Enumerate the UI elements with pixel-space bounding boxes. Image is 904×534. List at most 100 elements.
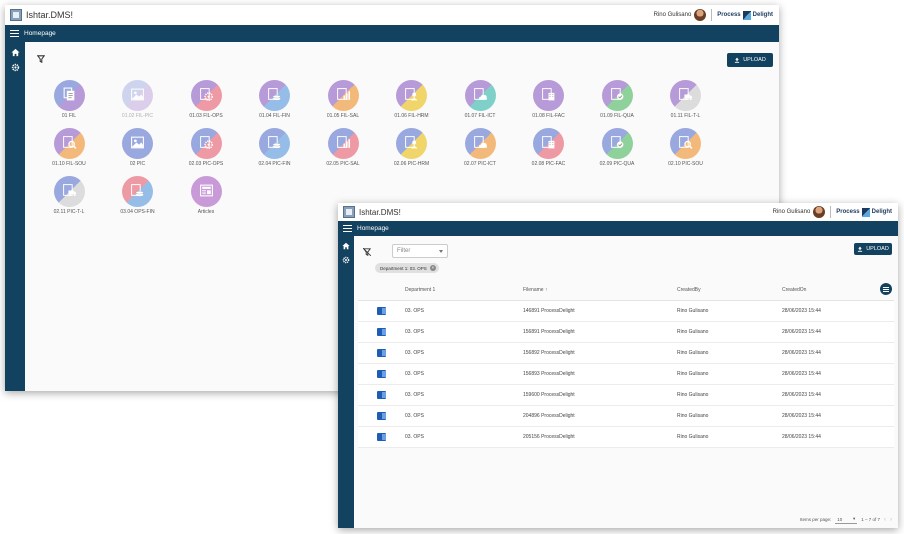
row-icon-cell	[358, 384, 404, 406]
chevron-down-icon: ▾	[852, 516, 856, 521]
app-title: Ishtar.DMS!	[359, 207, 401, 217]
column-header-filename[interactable]: Filename ↑	[522, 280, 676, 301]
avatar[interactable]	[694, 9, 707, 21]
upload-button-label: UPLOAD	[743, 57, 766, 63]
folder-tile[interactable]: 02.09 PIC-QUA	[583, 128, 651, 170]
filter-icon[interactable]	[37, 55, 45, 63]
folder-tile[interactable]: 02.04 PIC-FIN	[241, 128, 309, 170]
folder-tile[interactable]: 02 PIC	[104, 128, 172, 170]
folder-tile[interactable]: 02.10 PIC-SOU	[652, 128, 720, 170]
search-icon	[679, 136, 693, 149]
app-logo-icon	[10, 9, 22, 21]
folder-tile[interactable]: 01 FIL	[35, 80, 103, 122]
table-row[interactable]: 03. OPS 156891 ProcessDelight Rino Gulisan…	[358, 321, 894, 343]
brand-logo: Process Delight	[717, 10, 773, 20]
page-size-select[interactable]: 10 ▾	[835, 515, 858, 524]
hamburger-menu-icon[interactable]	[343, 225, 352, 232]
folder-tile[interactable]: 03.04 OPS-FIN	[104, 176, 172, 218]
building-icon	[542, 88, 555, 101]
app-logo-icon	[343, 206, 355, 218]
user-name[interactable]: Rino Gulisano	[773, 209, 811, 215]
folder-tile[interactable]: 02.05 PIC-SAL	[309, 128, 377, 170]
table-row[interactable]: 03. OPS 146891 ProcessDelight Rino Gulisan…	[358, 300, 894, 322]
upload-button[interactable]: UPLOAD	[727, 53, 773, 67]
folder-tile[interactable]: 01.08 FIL-FAC	[515, 80, 583, 122]
createdby-cell: Rino Gulisano	[676, 300, 781, 322]
table-row[interactable]: 03. OPS 159600 ProcessDelight Rino Gulisan…	[358, 384, 894, 406]
hamburger-menu-icon[interactable]	[10, 30, 19, 37]
files-icon	[63, 87, 74, 101]
filename-cell: 156891 ProcessDelight	[522, 321, 676, 343]
page-title: Homepage	[357, 225, 389, 232]
folder-tile-label: 02.07 PIC-ICT	[464, 161, 496, 167]
prev-page-icon[interactable]: ‹	[884, 517, 886, 523]
sidebar	[5, 42, 25, 391]
folder-tile[interactable]: 01.11 FIL-T-L	[652, 80, 720, 122]
divider	[711, 9, 713, 21]
folder-tile-badge	[259, 128, 290, 159]
page-size-value: 10	[837, 516, 843, 522]
folder-tile[interactable]: 01.06 FIL-HRM	[378, 80, 446, 122]
folder-tile[interactable]: 01.10 FIL-SOU	[35, 128, 103, 170]
word-document-icon[interactable]	[377, 307, 386, 315]
table-row[interactable]: 03. OPS 156892 ProcessDelight Rino Gulisan…	[358, 342, 894, 364]
row-icon-cell	[358, 342, 404, 364]
avatar[interactable]	[813, 206, 826, 218]
folder-tile[interactable]: 01.07 FIL-ICT	[446, 80, 514, 122]
column-menu-button[interactable]	[880, 283, 892, 295]
cloud-icon	[473, 88, 487, 100]
paginator: Items per page: 10 ▾ 1 – 7 of 7 ‹ ›	[800, 515, 892, 524]
filename-cell: 156893 ProcessDelight	[522, 363, 676, 385]
building-icon	[542, 136, 555, 149]
table-row[interactable]: 03. OPS 156893 ProcessDelight Rino Gulisan…	[358, 363, 894, 385]
home-icon[interactable]	[10, 48, 20, 57]
row-icon-cell	[358, 405, 404, 427]
settings-gear-icon[interactable]	[342, 256, 350, 264]
folder-tile[interactable]: 02.03 PIC-OPS	[172, 128, 240, 170]
upload-button[interactable]: UPLOAD	[854, 243, 892, 255]
settings-gear-icon[interactable]	[11, 63, 20, 72]
folder-tile[interactable]: 01.05 FIL-SAL	[309, 80, 377, 122]
folder-tile-badge	[53, 176, 85, 207]
brand-right-text: Delight	[752, 12, 773, 18]
folder-tile[interactable]: 01.03 FIL-OPS	[172, 80, 240, 122]
word-document-icon[interactable]	[377, 349, 386, 357]
table-row[interactable]: 03. OPS 204896 ProcessDelight Rino Gulisan…	[358, 405, 894, 427]
folder-tile-badge	[533, 128, 564, 159]
folder-tile[interactable]: 01.02 FIL-PIC	[104, 80, 172, 122]
word-document-icon[interactable]	[377, 328, 386, 336]
gears-icon	[199, 136, 213, 149]
column-header-createdby[interactable]: CreatedBy	[676, 280, 781, 301]
folder-tile[interactable]: 02.06 PIC-HRM	[378, 128, 446, 170]
folder-tile[interactable]: 02.11 PIC-T-L	[35, 176, 103, 218]
department-cell: 03. OPS	[404, 321, 522, 343]
brand-mark-icon	[742, 10, 751, 20]
filter-dropdown[interactable]: Filter	[392, 244, 448, 258]
chip-label: Department 1: 03. OPS	[380, 265, 427, 271]
folder-tile-badge	[122, 80, 153, 111]
table-row[interactable]: 03. OPS 205156 ProcessDelight Rino Gulisan…	[358, 426, 894, 448]
column-header-department[interactable]: Department 1	[404, 280, 522, 301]
word-document-icon[interactable]	[377, 433, 386, 441]
menu-icon	[883, 286, 889, 292]
user-name[interactable]: Rino Gulisano	[654, 12, 692, 18]
filter-clear-icon[interactable]	[363, 248, 371, 256]
folder-tile[interactable]: 02.07 PIC-ICT	[446, 128, 514, 170]
folder-tile-badge	[464, 128, 496, 159]
folder-tile[interactable]: 02.08 PIC-FAC	[515, 128, 583, 170]
upload-button-label: UPLOAD	[866, 246, 889, 252]
folder-tile[interactable]: Articles	[172, 176, 240, 218]
folder-tile-badge	[601, 80, 633, 111]
word-document-icon[interactable]	[377, 370, 386, 378]
next-page-icon[interactable]: ›	[890, 517, 892, 523]
folder-tile[interactable]: 01.09 FIL-QUA	[583, 80, 651, 122]
word-document-icon[interactable]	[377, 412, 386, 420]
createdon-cell: 28/06/2023 15:44	[781, 342, 894, 364]
folder-tile[interactable]: 01.04 FIL-FIN	[241, 80, 309, 122]
createdon-cell: 28/06/2023 15:44	[781, 321, 894, 343]
close-icon[interactable]: ×	[429, 265, 436, 271]
home-icon[interactable]	[342, 242, 350, 250]
column-header-createdon[interactable]: CreatedOn	[781, 280, 894, 301]
word-document-icon[interactable]	[377, 391, 386, 399]
filename-cell: 156892 ProcessDelight	[522, 342, 676, 364]
